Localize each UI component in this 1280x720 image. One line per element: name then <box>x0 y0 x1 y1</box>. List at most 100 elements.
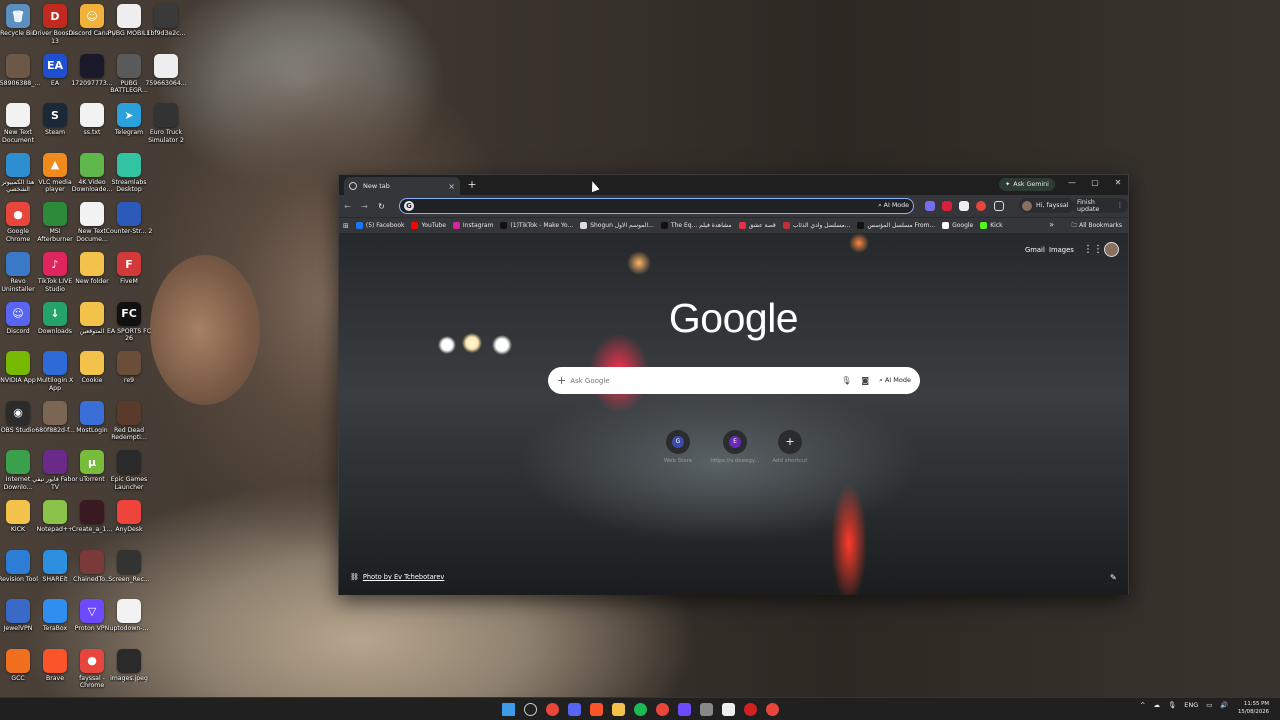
clock[interactable]: 11:55 PM 15/08/2026 <box>1238 700 1269 716</box>
new-tab-button[interactable]: + <box>465 178 479 191</box>
bookmark-item[interactable]: قصة عشق <box>738 222 776 229</box>
bookmark-instagram[interactable]: Instagram <box>452 222 494 229</box>
desktop-icon-screen-rec[interactable]: Screen_Rec... <box>106 549 152 584</box>
network-icon[interactable]: ▭ <box>1206 701 1212 709</box>
customize-pencil-icon[interactable]: ✎ <box>1110 573 1117 582</box>
apps-grid-icon[interactable]: ⊞ <box>343 222 349 230</box>
taskbar-chrome-icon[interactable] <box>546 703 559 716</box>
finish-update-button[interactable]: Finish update ⋮ <box>1072 198 1128 213</box>
desktop-icon-streamlabs-desktop[interactable]: Streamlabs Desktop <box>106 152 152 194</box>
volume-icon[interactable]: 🔊 <box>1220 701 1228 709</box>
taskbar-start-icon[interactable] <box>502 703 515 716</box>
language-indicator[interactable]: ENG <box>1184 701 1198 709</box>
bookmark-5-facebook[interactable]: (5) Facebook <box>355 222 404 229</box>
microphone-icon[interactable]: 🎙 <box>841 376 851 385</box>
desktop-icon-ea-sports-fc-26[interactable]: FC EA SPORTS FC 26 <box>106 301 152 343</box>
desktop-icon-counter-str-2[interactable]: Counter-Str... 2 <box>106 202 152 236</box>
tab-new-tab[interactable]: New tab × <box>344 177 460 195</box>
shortcut-web-store[interactable]: G Web Store <box>648 430 708 464</box>
reload-button[interactable]: ↻ <box>373 202 390 211</box>
back-button[interactable]: ← <box>339 202 356 211</box>
taskbar-discord-icon[interactable] <box>568 703 581 716</box>
taskbar-capcut-icon[interactable] <box>722 703 735 716</box>
link-icon: ⛓ <box>350 573 359 581</box>
forward-button[interactable]: → <box>356 202 373 211</box>
images-link[interactable]: Images <box>1049 246 1074 254</box>
extension-icon[interactable] <box>959 201 969 211</box>
gmail-link[interactable]: Gmail <box>1025 246 1045 254</box>
extensions-puzzle-icon[interactable] <box>994 201 1004 211</box>
extension-icon[interactable] <box>942 201 952 211</box>
multilogin-x-app-icon <box>43 351 67 376</box>
ai-mode-button[interactable]: ⌕ AI Mode <box>878 202 909 210</box>
tab-close-icon[interactable]: × <box>448 182 455 191</box>
photo-credit[interactable]: ⛓ Photo by Ev Tchebotarev <box>350 573 444 581</box>
extension-icon[interactable] <box>976 201 986 211</box>
bookmark-label: The Eq... مشاهدة فيلم <box>670 222 732 229</box>
desktop-icon-759663064[interactable]: 759663064... <box>143 53 189 88</box>
taskbar-search-icon[interactable] <box>524 703 537 716</box>
ntp-search-box[interactable]: + 🎙 ◙ ⌕ AI Mode <box>548 367 920 394</box>
mostlogin-icon <box>80 400 104 425</box>
title-bar[interactable]: New tab × + ✦ Ask Gemini — ▢ ✕ <box>339 175 1128 195</box>
ntp-search-input[interactable] <box>570 376 842 385</box>
all-bookmarks-button[interactable]: 🗀 All Bookmarks <box>1071 221 1122 231</box>
taskbar-proton-icon[interactable] <box>678 703 691 716</box>
desktop-icon-red-dead-redempti[interactable]: Red Dead Redempti... <box>106 400 152 442</box>
taskbar-explorer-icon[interactable] <box>612 703 625 716</box>
taskbar-msi-icon[interactable] <box>744 703 757 716</box>
chevron-up-icon[interactable]: ^ <box>1140 701 1145 709</box>
taskbar-xbox-icon[interactable] <box>700 703 713 716</box>
close-window-button[interactable]: ✕ <box>1111 178 1125 187</box>
bookmark-kick[interactable]: Kick <box>980 222 1003 229</box>
shortcut-https-v-deeegy[interactable]: Ehttps://v.deeegy... <box>705 430 765 464</box>
taskbar-chrome-3-icon[interactable] <box>766 703 779 716</box>
desktop-icon-anydesk[interactable]: AnyDesk <box>106 500 152 534</box>
kebab-menu-icon: ⋮ <box>1116 202 1123 209</box>
desktop-icon-label: 759663064... <box>145 79 187 87</box>
bookmark-from[interactable]: مسلسل المؤسس From... <box>857 222 935 229</box>
bookmark-shogun[interactable]: Shogun الموسم الاول... <box>580 222 654 229</box>
photo-credit-text[interactable]: Photo by Ev Tchebotarev <box>363 573 444 581</box>
address-input[interactable] <box>418 202 879 210</box>
google-lens-icon[interactable]: ◙ <box>861 376 869 385</box>
plus-icon[interactable]: + <box>557 374 566 387</box>
extension-icon[interactable] <box>925 201 935 211</box>
account-avatar[interactable] <box>1104 242 1119 257</box>
profile-button[interactable]: Hi, fayssal <box>1019 198 1075 213</box>
bookmark-favicon-icon <box>942 222 950 229</box>
taskbar-chrome-2-icon[interactable] <box>656 703 669 716</box>
desktop-icon-images-jpeg[interactable]: images.jpeg <box>106 648 152 683</box>
bookmark-label: Shogun الموسم الاول... <box>590 222 654 229</box>
desktop-icon-euro-truck-simulator-2[interactable]: Euro Truck Simulator 2 <box>143 103 189 144</box>
desktop-icon-1bf9d3e2c[interactable]: 1bf9d3e2c... <box>143 4 189 38</box>
counter-str-2-icon <box>117 202 141 227</box>
bookmark-1-tiktok-make-yo[interactable]: (1)TikTok - Make Yo... <box>500 222 573 229</box>
minimize-button[interactable]: — <box>1065 178 1079 187</box>
mic-icon[interactable]: 🎙 <box>1168 701 1176 709</box>
shortcut-add-shortcut[interactable]: + Add shortcut <box>760 430 820 464</box>
desktop-icon-uptodown[interactable]: uptodown-... <box>106 599 152 633</box>
chrome-window[interactable]: New tab × + ✦ Ask Gemini — ▢ ✕ ← → ↻ G ⌕ … <box>338 174 1129 595</box>
bookmark-google[interactable]: Google <box>942 222 973 229</box>
taskbar-brave-icon[interactable] <box>590 703 603 716</box>
desktop-icon-re9[interactable]: re9 <box>106 351 152 385</box>
address-bar[interactable]: G ⌕ AI Mode <box>399 198 914 214</box>
desktop-icon-label: Counter-Str... 2 <box>105 228 153 236</box>
ntp-ai-mode-button[interactable]: ⌕ AI Mode <box>879 376 911 385</box>
bookmark-item[interactable]: مسلسل وادي الذئاب... <box>782 222 850 229</box>
desktop-icon-fivem[interactable]: F FiveM <box>106 252 152 286</box>
bookmark-the-eq[interactable]: The Eq... مشاهدة فيلم <box>660 222 732 229</box>
desktop-icon-epic-games-launcher[interactable]: Epic Games Launcher <box>106 450 152 491</box>
driver-booster-13-icon: D <box>43 4 67 28</box>
google-apps-icon[interactable]: ⋮⋮ <box>1083 244 1103 255</box>
ask-gemini-button[interactable]: ✦ Ask Gemini <box>999 178 1055 191</box>
maximize-button[interactable]: ▢ <box>1088 178 1102 187</box>
4k-video-downloade-icon <box>80 152 104 177</box>
bookmark-label: Instagram <box>462 222 494 229</box>
pubg-mobile-icon <box>117 4 141 28</box>
cloud-icon[interactable]: ☁ <box>1153 701 1160 709</box>
taskbar-spotify-icon[interactable] <box>634 703 647 716</box>
bookmarks-overflow-button[interactable]: » <box>1049 220 1054 229</box>
bookmark-youtube[interactable]: YouTube <box>411 222 446 229</box>
